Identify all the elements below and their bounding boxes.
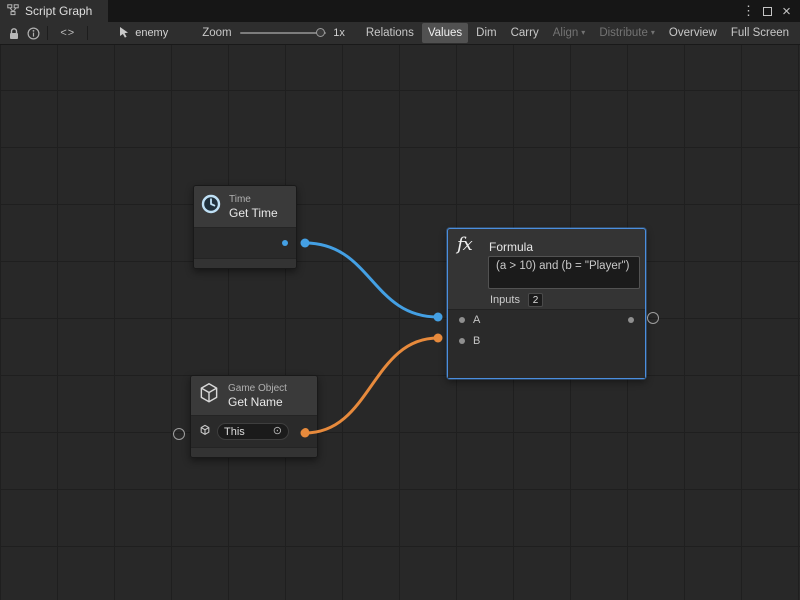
graph-canvas[interactable]: Time Get Time fx Formula (a > 10) and (b… — [0, 45, 800, 600]
toolbar-separator — [47, 26, 48, 40]
wire-endpoint[interactable] — [434, 313, 443, 322]
node-title: Get Time — [229, 206, 278, 220]
formula-input-port-b[interactable] — [459, 338, 465, 344]
formula-ports-section: A B — [448, 309, 645, 378]
object-field-value: This — [224, 426, 245, 438]
node-title: Get Name — [228, 395, 287, 409]
clock-icon — [200, 193, 222, 220]
inputs-count-field[interactable]: 2 — [528, 293, 543, 307]
formula-fx-icon: fx — [457, 234, 472, 255]
wire-endpoint[interactable] — [301, 239, 310, 248]
window-title: Script Graph — [25, 4, 92, 18]
wire-layer — [0, 45, 800, 600]
graph-name: enemy — [135, 27, 168, 39]
chevron-down-icon: ▾ — [651, 29, 655, 37]
formula-output-port-ring[interactable] — [647, 312, 659, 324]
distribute-button[interactable]: Distribute ▾ — [593, 23, 661, 43]
node-footer — [194, 258, 296, 268]
titlebar-spacer — [108, 0, 740, 22]
node-category: Time — [229, 194, 278, 206]
inputs-label: Inputs — [490, 294, 520, 306]
get-name-port-row: This ⊙ — [191, 416, 317, 447]
wire-endpoint[interactable] — [434, 334, 443, 343]
node-category: Game Object — [228, 383, 287, 395]
this-object-field[interactable]: This ⊙ — [217, 423, 289, 440]
kebab-menu-icon[interactable]: ⋮ — [740, 0, 757, 22]
cursor-icon — [118, 26, 130, 41]
node-title: Formula — [489, 240, 533, 254]
formula-inputs-row: Inputs 2 — [490, 293, 543, 307]
close-icon[interactable]: × — [778, 0, 795, 22]
wire-get-time-to-formula-a[interactable] — [305, 243, 438, 317]
get-name-output-port[interactable] — [302, 428, 309, 435]
titlebar-controls: ⋮ × — [740, 0, 800, 22]
formula-input-port-a[interactable] — [459, 317, 465, 323]
object-picker-icon[interactable]: ⊙ — [273, 426, 282, 437]
titlebar: Script Graph ⋮ × — [0, 0, 800, 22]
carry-button[interactable]: Carry — [505, 23, 545, 43]
node-get-name[interactable]: Game Object Get Name This ⊙ — [190, 375, 318, 458]
relations-button[interactable]: Relations — [360, 23, 420, 43]
chevron-down-icon: ▾ — [581, 29, 585, 37]
lock-icon[interactable] — [4, 22, 24, 44]
full-screen-button[interactable]: Full Screen — [725, 23, 795, 43]
align-button[interactable]: Align ▾ — [547, 23, 592, 43]
get-time-output-port[interactable] — [282, 240, 288, 246]
formula-output-port[interactable] — [628, 317, 634, 323]
info-icon[interactable] — [24, 22, 44, 44]
toolbar: <> enemy Zoom 1x Relations Values Dim Ca… — [0, 22, 800, 45]
node-get-time[interactable]: Time Get Time — [193, 185, 297, 269]
graph-breadcrumb[interactable]: enemy — [118, 26, 168, 41]
zoom-slider[interactable] — [240, 32, 327, 34]
formula-port-row-a: A — [448, 310, 645, 331]
cube-icon — [197, 381, 221, 410]
port-label-b: B — [473, 331, 480, 352]
overview-button[interactable]: Overview — [663, 23, 723, 43]
zoom-value: 1x — [333, 27, 345, 39]
maximize-icon[interactable] — [759, 0, 776, 22]
cube-icon-small — [199, 423, 211, 441]
get-name-header: Game Object Get Name — [191, 376, 317, 416]
script-graph-icon — [7, 4, 19, 19]
node-footer — [191, 447, 317, 457]
port-label-a: A — [473, 310, 480, 331]
get-time-port-row — [194, 228, 296, 258]
get-name-input-port-ring[interactable] — [173, 428, 185, 440]
dim-button[interactable]: Dim — [470, 23, 502, 43]
get-time-header: Time Get Time — [194, 186, 296, 228]
formula-expression-input[interactable]: (a > 10) and (b = "Player") — [488, 256, 640, 289]
node-formula[interactable]: fx Formula (a > 10) and (b = "Player") I… — [447, 228, 646, 379]
toolbar-separator — [87, 26, 88, 40]
values-button[interactable]: Values — [422, 23, 468, 43]
code-icon[interactable]: <> — [52, 27, 83, 39]
tab-script-graph[interactable]: Script Graph — [0, 0, 108, 22]
zoom-label: Zoom — [202, 27, 231, 39]
wire-get-name-to-formula-b[interactable] — [305, 338, 438, 433]
zoom-slider-handle[interactable] — [316, 28, 325, 37]
formula-port-row-b: B — [448, 331, 645, 352]
